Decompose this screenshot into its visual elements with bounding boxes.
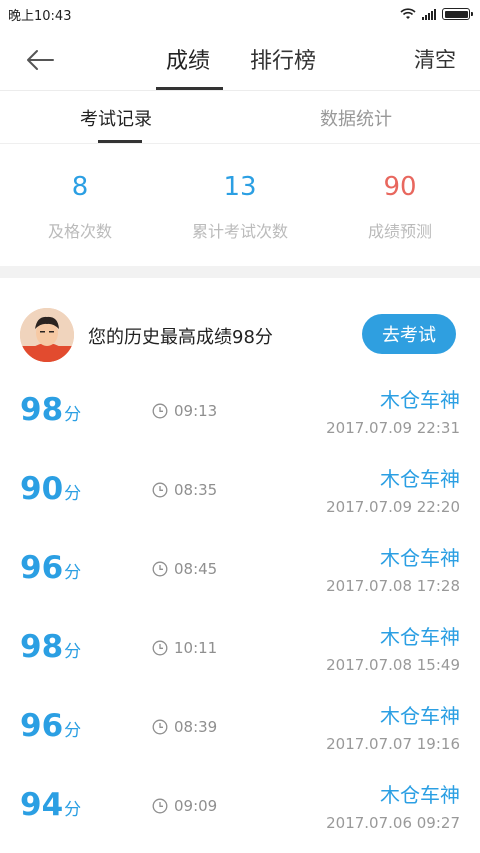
record-username: 木仓车神 [380,783,460,807]
exam-record-row[interactable]: 98分 10:11 木仓车神 2017.07.08 15:49 [0,609,480,688]
arrow-left-icon [27,50,54,70]
duration-text: 08:35 [174,481,218,499]
stat-value: 8 [71,172,89,202]
record-username: 木仓车神 [380,546,460,570]
stat-total-exams: 13 累计考试次数 [160,144,320,266]
exam-record-row[interactable]: 90分 08:35 木仓车神 2017.07.09 22:20 [0,451,480,530]
score-unit: 分 [64,642,82,662]
record-info: 木仓车神 2017.07.08 17:28 [326,542,460,595]
stats-panel: 8 及格次数 13 累计考试次数 90 成绩预测 [0,144,480,266]
record-score: 96分 [20,708,81,744]
record-username: 木仓车神 [380,467,460,491]
record-info: 木仓车神 2017.07.07 19:16 [326,700,460,753]
score-number: 94 [20,787,64,823]
duration-text: 09:09 [174,797,218,815]
exam-record-row[interactable]: 94分 09:09 木仓车神 2017.07.06 09:27 [0,767,480,846]
stat-label: 累计考试次数 [191,222,288,241]
score-number: 96 [20,550,64,586]
duration-text: 09:13 [174,402,218,420]
stat-score-prediction: 90 成绩预测 [320,144,480,266]
tab-scores[interactable]: 成绩 [166,43,210,75]
record-info: 木仓车神 2017.07.08 15:49 [326,621,460,674]
back-button[interactable] [22,42,58,78]
record-datetime: 2017.07.07 19:16 [326,735,460,753]
record-score: 90分 [20,471,81,507]
score-unit: 分 [64,800,82,820]
record-score: 98分 [20,392,81,428]
header: 成绩 排行榜 清空 [0,28,480,91]
status-icons [400,8,473,20]
subtabs: 考试记录 数据统计 [0,91,480,144]
duration-text: 10:11 [174,639,218,657]
clock-icon [152,719,168,735]
score-unit: 分 [64,563,82,583]
record-datetime: 2017.07.08 15:49 [326,656,460,674]
avatar [20,308,74,362]
subtab-exam-records[interactable]: 考试记录 [80,105,152,131]
battery-level [444,10,468,18]
record-score: 98分 [20,629,81,665]
stat-pass-count: 8 及格次数 [0,144,160,266]
record-duration: 08:45 [152,560,217,578]
battery-icon [442,8,473,20]
subtab-indicator [98,140,142,143]
duration-text: 08:39 [174,718,218,736]
stat-label: 及格次数 [47,222,112,241]
best-score-text: 您的历史最高成绩98分 [88,327,273,348]
score-unit: 分 [64,484,82,504]
clock-icon [152,403,168,419]
clock-icon [152,561,168,577]
record-info: 木仓车神 2017.07.09 22:31 [326,384,460,437]
exam-record-list: 98分 09:13 木仓车神 2017.07.09 22:31 90分 08:3… [0,372,480,846]
go-exam-button[interactable]: 去考试 [362,314,456,354]
exam-record-row[interactable]: 96分 08:39 木仓车神 2017.07.07 19:16 [0,688,480,767]
record-username: 木仓车神 [380,388,460,412]
status-time: 晚上10:43 [8,8,72,24]
record-duration: 09:09 [152,797,217,815]
stat-value: 90 [383,172,417,202]
record-datetime: 2017.07.08 17:28 [326,577,460,595]
record-datetime: 2017.07.06 09:27 [326,814,460,832]
score-unit: 分 [64,721,82,741]
section-divider [0,266,480,278]
stat-value: 13 [223,172,257,202]
score-number: 90 [20,471,64,507]
score-unit: 分 [64,405,82,425]
stat-label: 成绩预测 [367,222,432,241]
record-info: 木仓车神 2017.07.06 09:27 [326,779,460,832]
record-datetime: 2017.07.09 22:31 [326,419,460,437]
status-bar: 晚上10:43 [0,0,480,28]
tab-leaderboard[interactable]: 排行榜 [250,43,316,75]
score-number: 98 [20,629,64,665]
exam-record-row[interactable]: 96分 08:45 木仓车神 2017.07.08 17:28 [0,530,480,609]
clock-icon [152,798,168,814]
record-info: 木仓车神 2017.07.09 22:20 [326,463,460,516]
clock-icon [152,640,168,656]
duration-text: 08:45 [174,560,218,578]
signal-icon [422,8,436,20]
tab-scores-indicator [156,87,223,90]
record-duration: 09:13 [152,402,217,420]
subtab-data-stats[interactable]: 数据统计 [320,105,392,131]
score-number: 98 [20,392,64,428]
clock-icon [152,482,168,498]
record-score: 96分 [20,550,81,586]
score-number: 96 [20,708,64,744]
wifi-icon [400,8,416,19]
clear-button[interactable]: 清空 [414,44,456,74]
record-datetime: 2017.07.09 22:20 [326,498,460,516]
record-duration: 10:11 [152,639,217,657]
record-username: 木仓车神 [380,625,460,649]
record-duration: 08:39 [152,718,217,736]
avatar-icon [20,308,74,362]
best-score-row: 您的历史最高成绩98分 去考试 [0,278,480,362]
exam-record-row[interactable]: 98分 09:13 木仓车神 2017.07.09 22:31 [0,372,480,451]
record-score: 94分 [20,787,81,823]
record-username: 木仓车神 [380,704,460,728]
record-duration: 08:35 [152,481,217,499]
